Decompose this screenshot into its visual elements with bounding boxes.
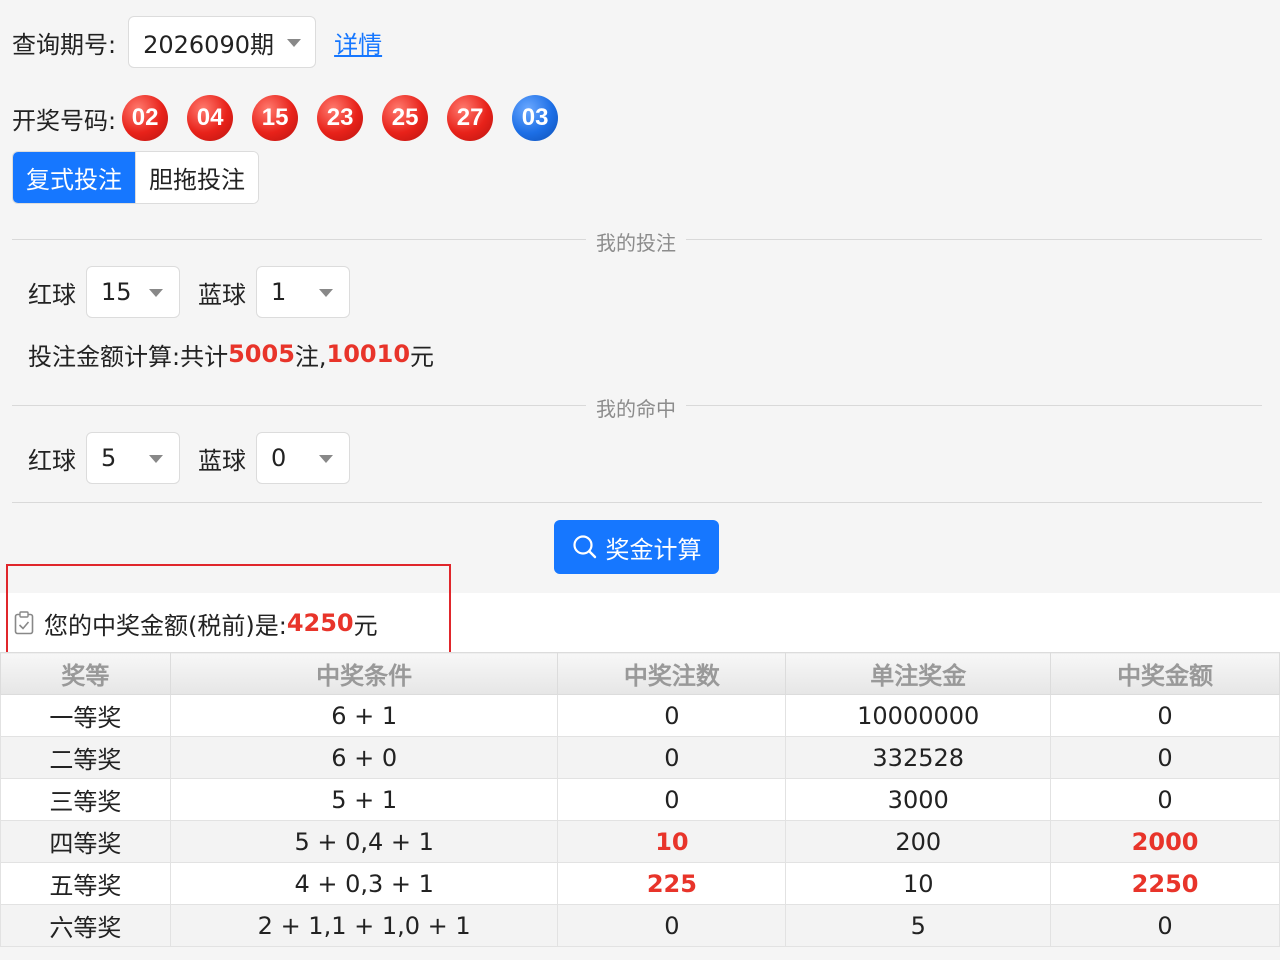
table-row: 五等奖 4 + 0,3 + 1 225 10 2250 [0,862,1280,905]
table-header-row: 奖等 中奖条件 中奖注数 单注奖金 中奖金额 [0,652,1280,695]
winning-count-cell: 0 [557,736,787,779]
red-ball: 15 [252,95,299,141]
bet-red-select[interactable]: 15 [86,266,180,318]
prize-level-cell: 五等奖 [0,862,171,905]
bet-count: 5005 [228,340,295,368]
table-row: 六等奖 2 + 1,1 + 1,0 + 1050 [0,904,1280,947]
tab-compound-bet[interactable]: 复式投注 [13,152,135,203]
divider-bottom [12,502,1262,503]
calculate-prize-button[interactable]: 奖金计算 [554,520,719,574]
chevron-down-icon [149,455,163,463]
unit-prize-cell: 10000000 [785,694,1052,737]
hit-red-label: 红球 [28,446,76,475]
period-select[interactable]: 2026090期 [128,16,317,68]
unit-prize-cell: 332528 [785,736,1052,779]
prize-total-cell: 2000 [1050,820,1280,863]
section-title-my-bet: 我的投注 [586,227,686,256]
bet-red-label: 红球 [28,280,76,309]
prize-total-cell: 0 [1050,778,1280,821]
table-row: 三等奖 5 + 1 0 3000 0 [0,778,1280,821]
winning-count-cell: 0 [557,694,787,737]
bet-blue-value: 1 [271,278,287,306]
bet-blue-label: 蓝球 [198,280,246,309]
draw-row: 开奖号码: 02 04 15 23 25 27 03 [12,95,577,141]
red-ball: 27 [447,95,494,141]
unit-prize-cell: 3000 [785,778,1052,821]
hit-select-row: 红球 5 蓝球 0 [28,432,350,484]
col-header-condition: 中奖条件 [169,652,559,695]
prize-condition-cell: 4 + 0,3 + 1 [169,862,559,905]
prize-level-cell: 三等奖 [0,778,171,821]
red-ball: 23 [317,95,364,141]
prize-condition-cell: 6 + 1 [169,694,559,737]
unit-prize-cell: 5 [785,904,1052,947]
hit-blue-select[interactable]: 0 [256,432,350,484]
winning-count-cell: 0 [557,778,787,821]
bet-count-suffix: 注, [294,342,327,371]
prize-level-cell: 六等奖 [0,904,171,947]
blue-ball: 03 [512,95,559,141]
prize-total-cell: 0 [1050,736,1280,779]
prize-condition-cell: 5 + 0,4 + 1 [169,820,559,863]
chevron-down-icon [287,39,302,47]
prize-level-cell: 一等奖 [0,694,171,737]
query-label: 查询期号: [12,30,117,59]
col-header-count: 中奖注数 [557,652,787,695]
bet-money-suffix: 元 [410,342,435,371]
hit-blue-label: 蓝球 [198,446,246,475]
bet-red-value: 15 [101,278,132,306]
prize-condition-cell: 6 + 0 [169,736,559,779]
unit-prize-cell: 200 [785,820,1052,863]
bet-amount-prefix: 投注金额计算:共计 [28,342,229,371]
table-row: 二等奖 6 + 0 0 332528 0 [0,736,1280,779]
prize-condition-cell: 2 + 1,1 + 1,0 + 1 [169,904,559,947]
bet-amount-line: 投注金额计算:共计 5005 注, 10010 元 [28,336,434,372]
prize-total-cell: 0 [1050,904,1280,947]
draw-label: 开奖号码: [12,106,117,135]
table-row: 一等奖 6 + 1 0 10000000 0 [0,694,1280,737]
red-ball: 04 [187,95,234,141]
red-ball: 02 [122,95,169,141]
prize-table: 奖等 中奖条件 中奖注数 单注奖金 中奖金额 一等奖 6 + 1 0 10000000… [0,652,1280,947]
hit-blue-value: 0 [271,444,287,472]
col-header-total: 中奖金额 [1050,652,1280,695]
unit-prize-cell: 10 [785,862,1052,905]
bet-type-tabs: 复式投注 胆拖投注 [12,151,259,204]
chevron-down-icon [319,455,333,463]
prize-table-body: 一等奖 6 + 1 0 10000000 0 二等奖 6 + 0 0 332528 0 三等奖 5 +… [0,694,1280,947]
chevron-down-icon [319,289,333,297]
red-ball: 25 [382,95,429,141]
prize-level-cell: 二等奖 [0,736,171,779]
winning-count-cell: 225 [557,862,787,905]
winning-count-cell: 0 [557,904,787,947]
prize-total-cell: 0 [1050,694,1280,737]
search-icon [572,535,596,559]
hit-red-value: 5 [101,444,117,472]
winning-count-cell: 10 [557,820,787,863]
details-link[interactable]: 详情 [334,25,382,60]
hit-red-select[interactable]: 5 [86,432,180,484]
bet-money: 10010 [326,340,411,368]
prize-total-cell: 2250 [1050,862,1280,905]
col-header-level: 奖等 [0,652,171,695]
bet-blue-select[interactable]: 1 [256,266,350,318]
draw-balls: 02 04 15 23 25 27 03 [122,95,577,141]
prize-condition-cell: 5 + 1 [169,778,559,821]
section-title-my-hit: 我的命中 [586,393,686,422]
calculate-prize-label: 奖金计算 [605,535,702,564]
chevron-down-icon [149,289,163,297]
table-row: 四等奖 5 + 0,4 + 1 10 200 2000 [0,820,1280,863]
prize-level-cell: 四等奖 [0,820,171,863]
tab-banker-drag-bet[interactable]: 胆拖投注 [135,152,258,203]
col-header-unit-prize: 单注奖金 [785,652,1052,695]
period-select-value: 2026090期 [143,30,274,59]
bet-select-row: 红球 15 蓝球 1 [28,266,350,318]
result-highlight-box [6,564,451,656]
query-row: 查询期号: 2026090期 详情 [12,16,382,68]
